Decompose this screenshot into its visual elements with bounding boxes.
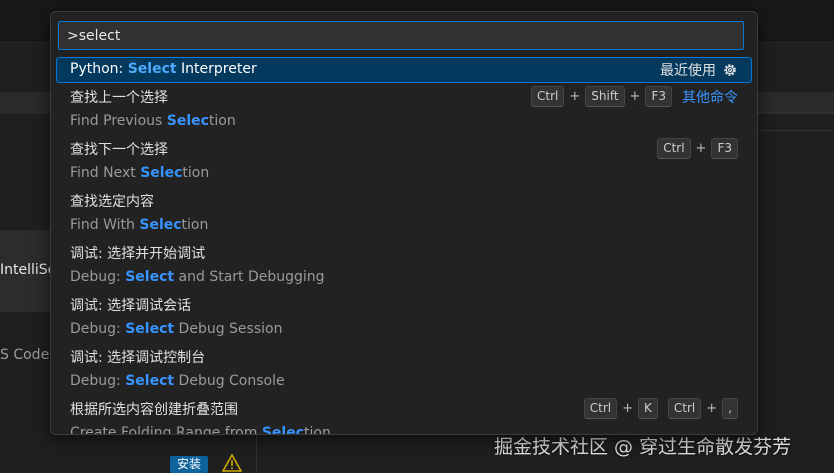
command-title: 调试: 选择调试控制台 [70, 350, 206, 366]
key: F3 [645, 86, 672, 107]
command-item-find-next-selection[interactable]: 查找下一个选择 Find Next Selection Ctrl + F3 [56, 135, 752, 187]
key: Shift [585, 86, 625, 107]
watermark: 掘金技术社区 @ 穿过生命散发芬芳 [494, 436, 792, 458]
vscode-label: S Code [0, 347, 50, 363]
install-button[interactable]: 安装 [170, 456, 208, 473]
background-divider [256, 430, 257, 473]
command-title: 调试: 选择并开始调试 [70, 246, 206, 262]
command-title: 查找下一个选择 [70, 142, 168, 158]
key: Ctrl [583, 398, 618, 419]
command-title: 查找选定内容 [70, 194, 154, 210]
key: Ctrl [531, 86, 565, 107]
command-item-find-previous-selection[interactable]: 查找上一个选择 Find Previous Selection Ctrl + Sh… [56, 83, 752, 135]
command-item-python-select-interpreter[interactable]: Python: Select Interpreter 最近使用 [56, 57, 752, 83]
background-divider [752, 130, 834, 131]
command-title: 根据所选内容创建折叠范围 [70, 402, 238, 418]
command-item-find-with-selection[interactable]: 查找选定内容 Find With Selection [56, 187, 752, 239]
extension-card-label: IntelliSe [0, 262, 50, 278]
command-item-debug-select-session[interactable]: 调试: 选择调试会话 Debug: Select Debug Session [56, 291, 752, 343]
command-subtitle: Debug: Select Debug Session [70, 321, 283, 337]
command-subtitle: Find Next Selection [70, 165, 210, 181]
command-item-create-folding-range[interactable]: 根据所选内容创建折叠范围 Create Folding Range from S… [56, 395, 752, 435]
warning-icon [222, 454, 242, 472]
command-palette: >select Python: Select Interpreter 最近使用 … [50, 11, 758, 435]
key: K [638, 398, 658, 419]
keybinding: Ctrl + F3 [657, 138, 738, 159]
command-search-input[interactable]: >select [58, 21, 744, 50]
key: , [722, 398, 738, 419]
keybinding: Ctrl + K Ctrl + , [583, 398, 738, 419]
key: Ctrl [657, 138, 691, 159]
key: Ctrl [667, 398, 702, 419]
command-item-debug-select-console[interactable]: 调试: 选择调试控制台 Debug: Select Debug Console [56, 343, 752, 395]
command-subtitle: Create Folding Range from Selection [70, 425, 331, 435]
command-title: 调试: 选择调试会话 [70, 298, 192, 314]
key: F3 [711, 138, 738, 159]
background-divider [752, 112, 834, 113]
other-commands-link[interactable]: 其他命令 [682, 87, 738, 107]
keybinding: Ctrl + Shift + F3 其他命令 [531, 86, 738, 107]
command-list: Python: Select Interpreter 最近使用 查找上一个选择 … [56, 57, 752, 435]
recently-used-label: 最近使用 [660, 63, 716, 79]
gear-icon[interactable] [722, 62, 738, 78]
command-subtitle: Debug: Select Debug Console [70, 373, 285, 389]
command-subtitle: Debug: Select and Start Debugging [70, 269, 325, 285]
command-title: 查找上一个选择 [70, 90, 168, 106]
command-subtitle: Find Previous Selection [70, 113, 236, 129]
command-item-debug-select-and-start[interactable]: 调试: 选择并开始调试 Debug: Select and Start Debu… [56, 239, 752, 291]
command-title: Python: Select Interpreter [70, 61, 257, 77]
command-subtitle: Find With Selection [70, 217, 209, 233]
